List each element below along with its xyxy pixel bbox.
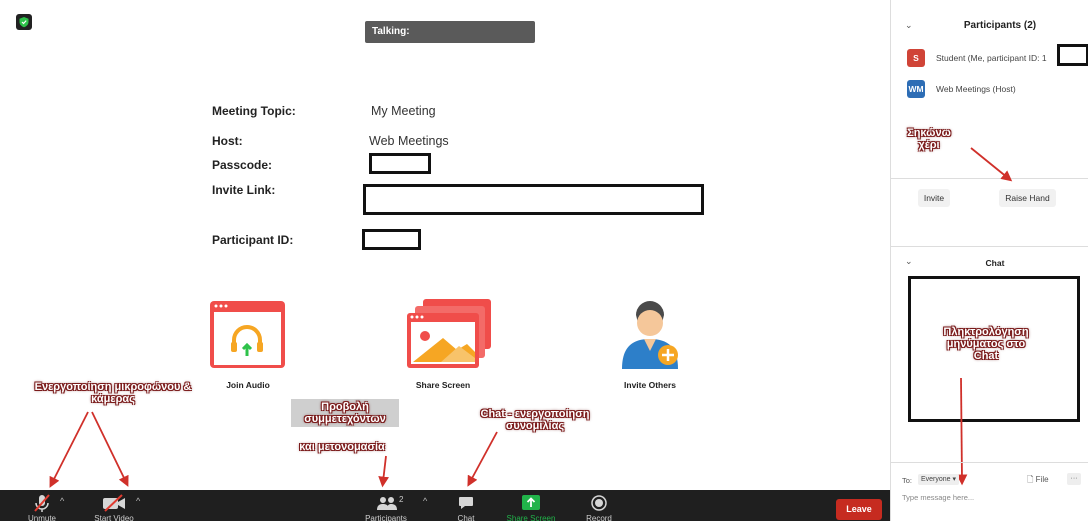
divider	[891, 462, 1088, 463]
file-icon: 🗋	[1027, 475, 1034, 484]
side-panel: ⌄ Participants (2) S Student (Me, partic…	[890, 0, 1088, 521]
share-arrow-icon	[522, 495, 540, 510]
share-screen-toolbar-label: Share Screen	[506, 514, 556, 523]
meeting-toolbar: ^ Unmute ^ Start Video 2 ^ Participants …	[0, 490, 890, 523]
chat-recipient-select[interactable]: Everyone ▾	[918, 474, 960, 485]
participants-button[interactable]	[376, 496, 398, 515]
chat-bubble-icon	[459, 497, 473, 509]
chat-more-options-button[interactable]: ···	[1067, 473, 1081, 485]
annotation-arrows	[956, 147, 1013, 486]
chat-recipient-value: Everyone	[921, 476, 951, 483]
annotation-arrows	[49, 411, 498, 488]
chat-message-input[interactable]: Type message here...	[902, 493, 1082, 502]
share-screen-button[interactable]	[522, 495, 540, 515]
participants-options-chevron-icon[interactable]: ^	[423, 496, 427, 506]
leave-button[interactable]: Leave	[836, 499, 882, 520]
chevron-down-icon: ▾	[950, 476, 957, 483]
chat-to-label: To:	[902, 476, 913, 485]
record-label: Record	[586, 514, 612, 523]
participants-label: Participants	[365, 514, 407, 523]
participants-count: 2	[399, 495, 404, 504]
record-icon	[591, 495, 607, 511]
chat-file-label: File	[1035, 475, 1049, 484]
chat-label: Chat	[457, 514, 475, 523]
participants-icon	[377, 497, 397, 510]
start-video-label: Start Video	[94, 514, 134, 523]
chat-file-button[interactable]: 🗋 File	[1027, 474, 1049, 488]
video-off-icon	[103, 494, 125, 512]
unmute-label: Unmute	[27, 514, 56, 523]
meeting-main-area: Talking: Meeting Topic: My Meeting Host:…	[0, 0, 890, 490]
video-options-chevron-icon[interactable]: ^	[136, 496, 140, 506]
audio-options-chevron-icon[interactable]: ^	[60, 496, 64, 506]
chat-button[interactable]	[458, 496, 474, 515]
microphone-muted-icon	[34, 494, 50, 512]
record-button[interactable]	[591, 495, 607, 516]
